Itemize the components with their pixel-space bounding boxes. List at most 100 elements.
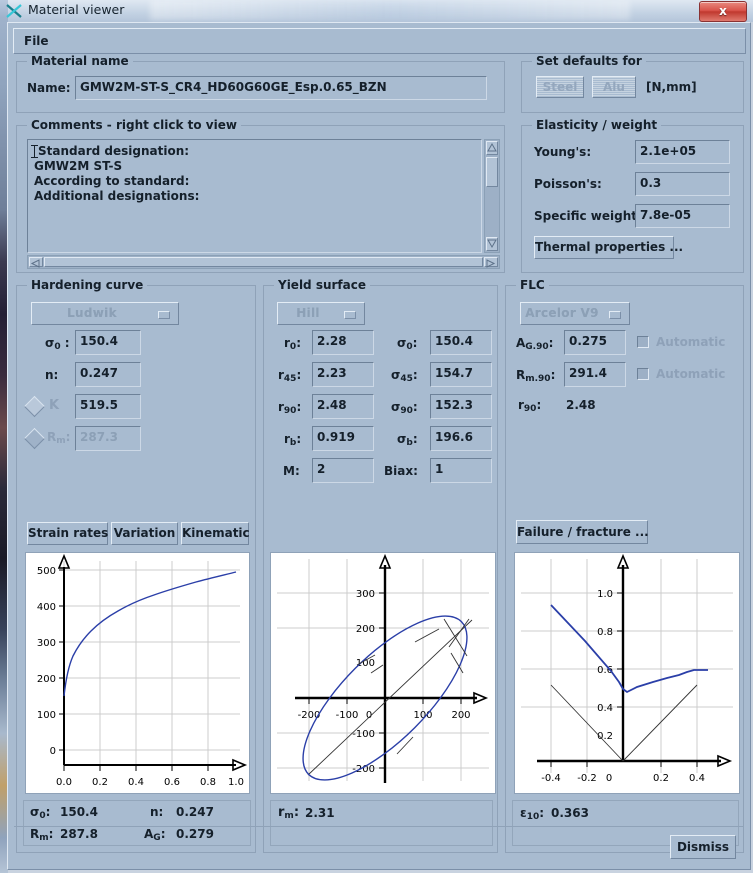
yield-summary-box: rm: 2.31: [270, 800, 493, 846]
yield-surface-legend: Yield surface: [274, 278, 370, 292]
ag90-automatic-checkbox[interactable]: [637, 336, 649, 348]
elasticity-group: Elasticity / weight Young's: 2.1e+05 Poi…: [521, 118, 744, 273]
svg-text:1.0: 1.0: [228, 777, 244, 788]
hardening-legend: Hardening curve: [27, 278, 148, 292]
sigmab-label: σb:: [397, 432, 418, 448]
scroll-up-arrow-icon[interactable]: [486, 141, 498, 155]
sigma45-label: σ45:: [391, 368, 418, 384]
kinematic-button[interactable]: Kinematic: [181, 522, 250, 545]
rm90-automatic-checkbox[interactable]: [637, 368, 649, 380]
comments-line-4: Additional designations:: [34, 189, 200, 203]
sigma0-yield-input[interactable]: 150.4: [430, 330, 492, 355]
variation-button[interactable]: Variation: [111, 522, 178, 545]
r90-input[interactable]: 2.48: [312, 394, 374, 419]
specific-weight-label: Specific weight:: [534, 209, 642, 223]
rm90-label: Rm.90:: [516, 368, 556, 384]
summary-n-label: n:: [150, 805, 164, 819]
radio-rm-option[interactable]: [23, 427, 46, 450]
comments-vscrollbar[interactable]: [484, 139, 500, 253]
radio-k-option[interactable]: [23, 395, 46, 418]
summary-rm-ratio-value: 2.31: [305, 806, 335, 820]
r0-label: r0:: [284, 336, 301, 352]
summary-ag-value: 0.279: [176, 827, 214, 841]
m-label: M:: [283, 464, 300, 478]
yield-model-combo[interactable]: Hill: [277, 302, 365, 325]
flc-plot: 1.0 0.8 0.6 0.4 0.2 -0.4 -0.2 0 0.2 0.4: [514, 552, 740, 794]
alu-defaults-button[interactable]: Alu: [592, 76, 636, 98]
footer-divider: [14, 826, 744, 827]
svg-text:0.4: 0.4: [597, 703, 613, 714]
material-viewer-dialog: File Material name Name: GMW2M-ST-S_CR4_…: [7, 22, 751, 870]
menu-bar: File: [13, 28, 746, 54]
k-coefficient-input[interactable]: 519.5: [75, 394, 141, 419]
svg-text:0.8: 0.8: [200, 777, 216, 788]
failure-fracture-button[interactable]: Failure / fracture ...: [516, 520, 649, 544]
sigmab-input[interactable]: 196.6: [430, 426, 492, 451]
comments-scroll-thumb[interactable]: [486, 157, 498, 187]
sigma0-yield-label: σ0:: [397, 336, 418, 352]
svg-text:0.2: 0.2: [92, 777, 108, 788]
name-label: Name:: [27, 81, 71, 95]
rm-input[interactable]: 287.3: [75, 426, 141, 451]
close-button[interactable]: x: [699, 1, 747, 22]
rm90-input[interactable]: 291.4: [564, 362, 626, 387]
svg-text:0.2: 0.2: [653, 773, 669, 784]
thermal-properties-button[interactable]: Thermal properties ...: [534, 236, 683, 259]
summary-rm-value: 287.8: [60, 827, 98, 841]
svg-text:200: 200: [451, 710, 470, 721]
svg-text:0.4: 0.4: [689, 773, 705, 784]
m-input[interactable]: 2: [312, 458, 374, 483]
r90-label: r90:: [278, 400, 302, 416]
r0-input[interactable]: 2.28: [312, 330, 374, 355]
comments-textarea[interactable]: Standard designation: GMW2M ST-S Accordi…: [27, 139, 482, 253]
text-caret: [31, 145, 38, 158]
ag90-input[interactable]: 0.275: [564, 330, 626, 355]
chevron-down-icon: [609, 311, 621, 319]
material-name-input[interactable]: GMW2M-ST-S_CR4_HD60G60GE_Esp.0.65_BZN: [75, 76, 487, 100]
svg-text:-0.2: -0.2: [577, 773, 597, 784]
units-label: [N,mm]: [646, 80, 697, 94]
scroll-down-arrow-icon[interactable]: [486, 237, 498, 251]
svg-text:0: 0: [606, 773, 612, 784]
steel-defaults-button[interactable]: Steel: [536, 76, 584, 98]
hardening-model-value: Ludwik: [67, 306, 117, 320]
poissons-ratio-input[interactable]: 0.3: [635, 172, 730, 196]
comments-hscroll-thumb[interactable]: [44, 257, 483, 267]
svg-text:0.0: 0.0: [56, 777, 72, 788]
rm-label: Rm:: [47, 430, 71, 446]
n-exponent-input[interactable]: 0.247: [75, 362, 141, 387]
comments-hscrollbar[interactable]: [27, 255, 500, 269]
poissons-label: Poisson's:: [534, 177, 602, 191]
rb-input[interactable]: 0.919: [312, 426, 374, 451]
app-icon: [6, 3, 23, 19]
svg-text:-100: -100: [352, 729, 375, 740]
comments-line-2: According to standard:: [34, 174, 190, 188]
comments-legend: Comments - right click to view: [27, 118, 241, 132]
hardening-model-combo[interactable]: Ludwik: [31, 302, 179, 325]
scroll-left-arrow-icon[interactable]: [29, 257, 43, 268]
r90-readonly-value: 2.48: [566, 398, 596, 412]
dismiss-button[interactable]: Dismiss: [670, 835, 736, 859]
screen-root: Material viewer x File Material name Nam…: [0, 0, 753, 873]
biax-input[interactable]: 1: [430, 458, 492, 483]
close-icon: x: [719, 4, 727, 18]
r45-input[interactable]: 2.23: [312, 362, 374, 387]
sigma0-input[interactable]: 150.4: [75, 330, 141, 355]
sigma90-input[interactable]: 152.3: [430, 394, 492, 419]
n-label: n:: [45, 368, 59, 382]
specific-weight-input[interactable]: 7.8e-05: [635, 204, 730, 228]
scroll-right-arrow-icon[interactable]: [484, 257, 498, 268]
svg-text:200: 200: [356, 624, 375, 635]
menu-item-file[interactable]: File: [24, 34, 49, 48]
sigma45-input[interactable]: 154.7: [430, 362, 492, 387]
k-label: K: [49, 398, 60, 413]
set-defaults-group: Set defaults for Steel Alu [N,mm]: [521, 54, 744, 113]
summary-sigma0-label: σ0:: [30, 805, 51, 821]
svg-text:0.6: 0.6: [164, 777, 180, 788]
svg-text:1.0: 1.0: [597, 589, 613, 600]
flc-model-combo[interactable]: Arcelor V9: [520, 302, 630, 325]
yield-model-value: Hill: [296, 306, 320, 320]
youngs-modulus-input[interactable]: 2.1e+05: [635, 140, 730, 164]
strain-rates-button[interactable]: Strain rates: [27, 522, 108, 545]
summary-eps10-value: 0.363: [551, 806, 589, 820]
